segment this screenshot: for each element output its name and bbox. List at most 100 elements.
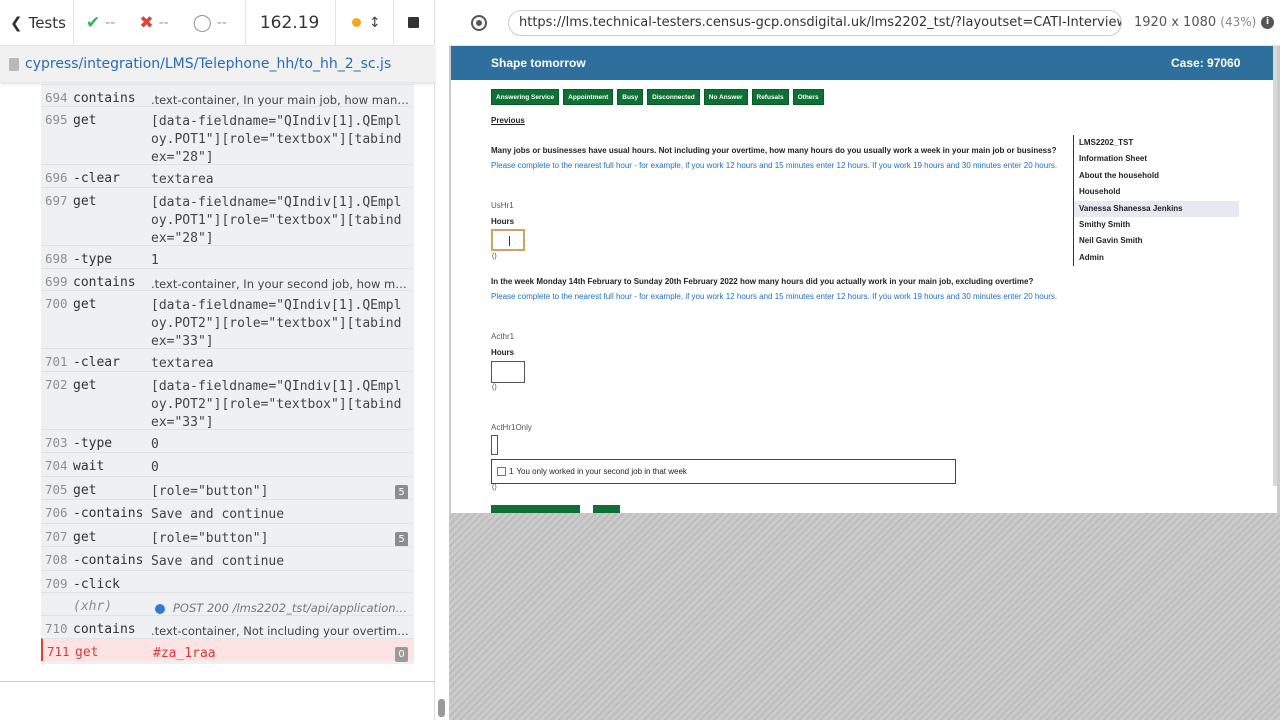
failed-count: -- [158,14,169,31]
outcome-button-others[interactable]: Others [792,89,824,105]
viewport-scale: (43%) [1220,15,1257,29]
command-number: 709 [45,576,68,591]
command-row[interactable]: 710 contains .text-container, Not includin… [41,615,414,638]
command-number: 705 [45,482,68,497]
question-acthr1: In the week Monday 14th February to Sund… [491,277,1066,303]
command-name: -type [73,436,113,451]
outcome-buttons: Answering Service Appointment Busy Disconne… [491,89,824,105]
command-row[interactable]: 707 get [role="button"] 5 [41,523,414,547]
element-count-badge: 0 [395,647,408,662]
nav-item-information-sheet[interactable]: Information Sheet [1074,151,1239,167]
command-row[interactable]: 709 -click [41,570,414,592]
selector-playground-icon[interactable] [471,15,487,31]
command-name: get [73,483,97,498]
command-name: -type [73,252,113,267]
element-count-badge: 5 [395,485,408,500]
acthr1-hours-input[interactable] [491,361,525,383]
spec-path-link[interactable]: cypress/integration/LMS/Telephone_hh/to_… [25,56,391,72]
nav-item-smithy-smith[interactable]: Smithy Smith [1074,217,1239,233]
save-and-continue-button[interactable] [491,505,580,513]
iframe-scrollbar[interactable] [1273,46,1277,486]
command-number: 696 [45,170,68,185]
command-name: wait [73,459,105,474]
command-number: 703 [45,435,68,450]
question-ushr1: Many jobs or businesses have usual hours… [491,146,1066,172]
command-row[interactable]: 694 contains .text-container, In your main… [41,84,414,107]
outcome-button-answering-service[interactable]: Answering Service [491,89,560,105]
tests-label: Tests [28,13,66,32]
acthr1only-option[interactable]: 1 You only worked in your second job in … [491,459,956,484]
command-row[interactable]: 699 contains .text-container, In your seco… [41,268,414,291]
command-row[interactable]: 695 get [data-fieldname="QIndiv[1].QEmploy… [41,106,414,165]
outcome-button-disconnected[interactable]: Disconnected [647,89,700,105]
nav-item-admin[interactable]: Admin [1074,250,1239,266]
command-row[interactable]: 711 get #za_1raa 0 [41,638,414,662]
checkbox[interactable] [497,467,506,476]
outcome-button-busy[interactable]: Busy [617,89,644,105]
tests-button[interactable]: ❮ Tests [0,0,74,46]
xhr-status-dot-icon [155,604,165,614]
command-row[interactable]: 708 -contains Save and continue [41,546,414,570]
command-row[interactable]: 704 wait 0 [41,452,414,476]
command-row[interactable]: 700 get [data-fieldname="QIndiv[1].QEmploy… [41,290,414,349]
panel-resize-handle[interactable] [438,699,445,717]
command-message: [data-fieldname="QIndiv[1].QEmploy.POT1"… [151,195,402,246]
nav-item-lms2202_tst[interactable]: LMS2202_TST [1074,135,1239,151]
command-message: [data-fieldname="QIndiv[1].QEmploy.POT1"… [151,114,402,165]
url-bar: https://lms.technical-testers.census-gcp… [508,10,1122,36]
divider [0,681,435,682]
spec-path-bar: cypress/integration/LMS/Telephone_hh/to_… [0,46,435,82]
check-icon: ✔ [86,12,101,33]
command-number: 694 [45,90,68,105]
secondary-button[interactable] [593,505,620,513]
nav-item-about-the-household[interactable]: About the household [1074,168,1239,184]
nav-item-vanessa-shanessa-jenkins[interactable]: Vanessa Shanessa Jenkins [1074,200,1239,217]
viewport-dims: 1920 x 1080 [1134,15,1217,30]
pending-stat: ◯ -- [181,0,239,46]
aut-iframe: Shape tomorrow Case: 97060 Answering Ser… [451,46,1277,513]
command-row[interactable]: 702 get [data-fieldname="QIndiv[1].QEmploy… [41,371,414,430]
command-name: get [73,297,97,312]
command-name: contains [73,91,136,106]
outcome-button-no-answer[interactable]: No Answer [703,89,748,105]
command-name: get [75,645,99,660]
command-name: -clear [73,171,120,186]
field-name: UsHr1 [491,201,514,210]
field-label: Hours [491,348,515,357]
command-message: Save and continue [151,507,285,522]
command-row[interactable]: 703 -type 0 [41,429,414,452]
passed-stat: ✔ -- [74,0,127,46]
field-label: Hours [491,217,515,226]
app-header: Shape tomorrow Case: 97060 [451,46,1277,80]
outcome-button-refusals[interactable]: Refusals [751,89,789,105]
command-row[interactable]: 705 get [role="button"] 5 [41,476,414,500]
stop-icon [407,17,419,28]
info-icon[interactable]: i [1261,16,1274,29]
auto-scroll-toggle[interactable]: ↕ [336,0,394,46]
command-message: Save and continue [151,554,285,569]
field-note: () [492,384,497,391]
aut-empty-area [449,513,1280,720]
command-row[interactable]: 696 -clear textarea [41,164,414,187]
command-number: 710 [45,621,68,636]
command-row[interactable]: 701 -clear textarea [41,348,414,371]
command-row[interactable]: 698 -type 1 [41,245,414,268]
command-row[interactable]: 697 get [data-fieldname="QIndiv[1].QEmploy… [41,187,414,246]
passed-count: -- [105,14,116,31]
nav-item-household[interactable]: Household [1074,184,1239,200]
cypress-runner: ❮ Tests ✔ -- ✖ -- ◯ -- 162.19 ↕ cypress/… [0,0,1280,720]
ushr1-hours-input[interactable] [491,229,525,251]
outcome-button-appointment[interactable]: Appointment [563,89,614,105]
command-name: -click [73,577,120,592]
field-note: () [492,253,497,260]
aut-header: https://lms.technical-testers.census-gcp… [449,0,1280,46]
previous-link[interactable]: Previous [491,116,525,125]
xhr-log-entry[interactable]: (xhr) POST 200 /lms2202_tst/api/applicati… [41,592,414,615]
field-note: () [492,484,497,491]
command-message: #za_1raa [153,646,216,661]
nav-item-neil-gavin-smith[interactable]: Neil Gavin Smith [1074,233,1239,249]
command-row[interactable]: 706 -contains Save and continue [41,499,414,523]
reporter-header: ❮ Tests ✔ -- ✖ -- ◯ -- 162.19 ↕ [0,0,435,46]
acthr1only-input[interactable] [491,435,498,455]
stop-button[interactable] [394,0,429,46]
